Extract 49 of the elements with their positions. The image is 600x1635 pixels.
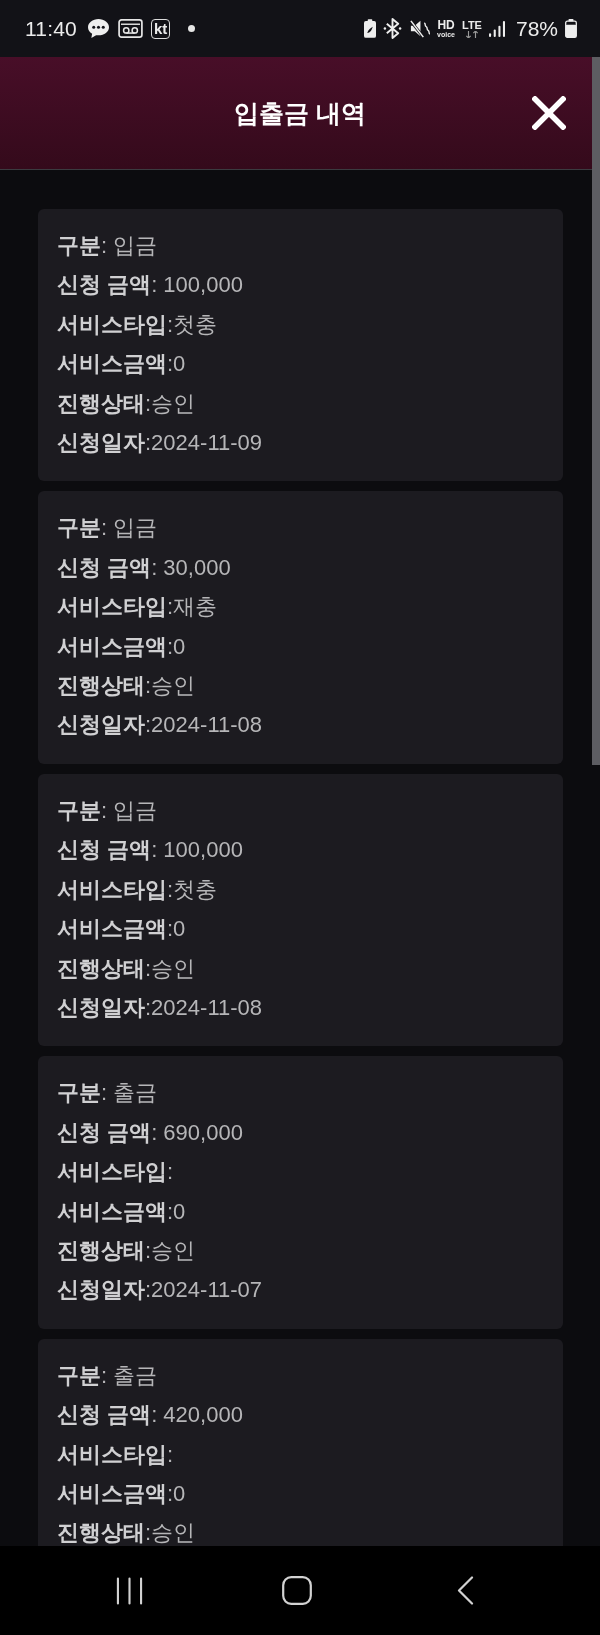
home-icon[interactable] — [282, 1576, 312, 1605]
detail-line: 신청일자:2024-11-08 — [57, 711, 262, 740]
battery-leaf-icon — [364, 19, 377, 38]
detail-line: 신청 금액: 30,000 — [57, 553, 231, 582]
detail-line: 신청일자:2024-11-08 — [57, 993, 262, 1022]
close-icon[interactable] — [532, 96, 566, 130]
detail-line: 신청 금액: 100,000 — [57, 836, 243, 865]
cassette-tape-icon — [118, 19, 143, 38]
detail-line: 서비스금액:0 — [57, 1479, 186, 1508]
chat-bubble-icon — [87, 18, 110, 39]
network-type-label: LTE — [462, 19, 482, 31]
detail-line: 구분: 입금 — [57, 796, 158, 825]
detail-line: 진행상태:승인 — [57, 1236, 196, 1265]
detail-line: 서비스타입:재충 — [57, 593, 218, 622]
detail-line: 서비스금액:0 — [57, 632, 186, 661]
muted-speaker-icon — [409, 18, 431, 39]
status-time: 11:40 — [25, 16, 77, 41]
detail-line: 서비스타입:첫충 — [57, 875, 218, 904]
detail-line: 신청일자:2024-11-09 — [57, 429, 262, 458]
detail-line: 구분: 출금 — [57, 1079, 158, 1108]
detail-line: 서비스금액:0 — [57, 350, 186, 379]
notification-dot-icon — [188, 25, 196, 32]
data-arrows-icon — [465, 30, 479, 38]
detail-line: 진행상태:승인 — [57, 1519, 196, 1546]
signal-bars-icon — [488, 20, 505, 37]
detail-line: 서비스금액:0 — [57, 915, 186, 944]
detail-line: 신청일자:2024-11-07 — [57, 1276, 262, 1305]
detail-line: 서비스금액:0 — [57, 1197, 186, 1226]
page-title: 입출금 내역 — [234, 98, 366, 128]
detail-line: 신청 금액: 420,000 — [57, 1401, 243, 1430]
hd-label: HD — [437, 19, 455, 31]
detail-line: 서비스타입: — [57, 1158, 174, 1187]
detail-line: 진행상태:승인 — [57, 389, 196, 418]
detail-line: 구분: 출금 — [57, 1361, 158, 1390]
carrier-badge: kt — [151, 18, 171, 39]
back-icon[interactable] — [457, 1576, 474, 1605]
scrollbar[interactable] — [592, 57, 600, 765]
detail-line: 진행상태:승인 — [57, 672, 196, 701]
detail-line: 신청 금액: 690,000 — [57, 1118, 243, 1147]
detail-line: 구분: 입금 — [57, 514, 158, 543]
bluetooth-icon — [383, 18, 403, 39]
detail-line: 진행상태:승인 — [57, 954, 196, 983]
recent-apps-icon[interactable] — [116, 1576, 143, 1605]
detail-line: 서비스타입: — [57, 1440, 174, 1469]
detail-line: 서비스타입:첫충 — [57, 310, 218, 339]
battery-icon — [565, 19, 577, 38]
detail-line: 구분: 입금 — [57, 232, 158, 260]
battery-percent: 78% — [515, 16, 558, 41]
detail-line: 신청 금액: 100,000 — [57, 271, 243, 300]
